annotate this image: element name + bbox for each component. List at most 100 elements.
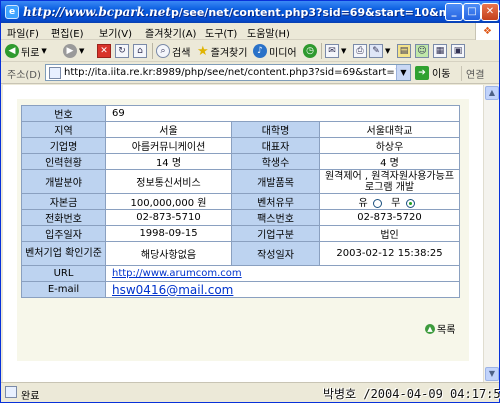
ceo-label: 대표자 [231,137,320,154]
messenger-icon: ☺ [415,44,429,58]
history-icon: ◷ [303,44,317,58]
address-input[interactable]: http://ita.iita.re.kr:8989/php/see/net/c… [45,64,411,81]
email-link[interactable]: hsw0416@mail.com [112,283,233,297]
back-button[interactable]: ◀ 뒤로 ▼ [5,43,47,59]
venture-no-radio[interactable] [405,198,415,208]
edit-button[interactable]: ✎ ▼ [369,43,390,59]
written-date-value: 2003-02-12 15:38:25 [318,241,461,266]
company-type-label: 기업구분 [231,225,320,242]
scroll-up-icon[interactable]: ▲ [485,86,499,100]
mail-button[interactable]: ✉ ▼ [325,43,346,59]
venture-no-label: 무 [391,198,401,209]
extra-tool-button[interactable]: ▣ [451,43,465,59]
browser-window: e http://www.bcpark.netp/see/net/content… [0,0,500,403]
toolbar: ◀ 뒤로 ▼ ▶ ▼ ✕ ↻ ⌂ ⌕ 검색 ★ 즐겨찾기 ♪ 미디어 ◷ ✉ ▼… [1,40,499,62]
table-row: 자본금 100,000,000 원 벤처유무 유 무 [21,193,461,210]
discuss-button[interactable]: ▤ [397,43,411,59]
venture-criteria-value: 해당사항없음 [105,241,232,266]
move-in-date-label: 입주일자 [21,225,106,242]
vertical-scrollbar[interactable]: ▲ ▼ [483,85,499,382]
star-icon: ★ [197,43,209,59]
extra-tool-icon: ▣ [451,44,465,58]
print-button[interactable]: ⎙ [353,43,367,59]
menu-bar: 파일(F) 편집(E) 보기(V) 즐겨찾기(A) 도구(T) 도움말(H) ❖ [1,23,499,40]
chevron-down-icon: ▼ [341,47,347,55]
refresh-button[interactable]: ↻ [115,43,129,59]
media-button[interactable]: ♪ 미디어 [253,43,297,59]
table-row: 지역 서울 대학명 서울대학교 [21,121,461,138]
address-dropdown-icon[interactable]: ▼ [396,65,410,80]
page-done-icon [5,386,17,398]
ie-icon: e [5,5,19,19]
product-label: 개발품목 [231,169,320,194]
table-row: 벤처기업 확인기준 해당사항없음 작성일자 2003-02-12 15:38:2… [21,241,461,266]
company-info-table: 번호 69 지역 서울 대학명 서울대학교 기업명 아름커뮤니케이션 대표자 하… [21,105,461,298]
menu-favorites[interactable]: 즐겨찾기(A) [145,25,196,40]
field-label: 개발분야 [21,169,106,194]
forward-arrow-icon: ▶ [63,44,77,58]
venture-label: 벤처유무 [231,193,320,210]
list-label: 목록 [437,325,456,336]
menu-tools[interactable]: 도구(T) [205,25,237,40]
edit-icon: ✎ [369,44,383,58]
menu-file[interactable]: 파일(F) [7,25,39,40]
staff-label: 인력현황 [21,153,106,170]
detail-panel: 번호 69 지역 서울 대학명 서울대학교 기업명 아름커뮤니케이션 대표자 하… [17,99,469,361]
list-arrow-icon: ▲ [425,323,435,334]
table-row: 개발분야 정보통신서비스 개발품목 원격제어 , 원격자원사용가능프로그램 개발 [21,169,461,194]
windows-logo-icon: ❖ [475,23,499,40]
stop-icon: ✕ [97,44,111,58]
product-value: 원격제어 , 원격자원사용가능프로그램 개발 [318,169,461,194]
back-arrow-icon: ◀ [5,44,19,58]
homepage-link[interactable]: http://www.arumcom.com [112,268,242,279]
favorites-button[interactable]: ★ 즐겨찾기 [197,43,247,59]
venture-yes-radio[interactable] [372,198,382,208]
region-label: 지역 [21,121,106,138]
go-button[interactable]: ➔ 이동 [415,65,450,80]
messenger-button[interactable]: ☺ [415,43,429,59]
close-button[interactable]: ✕ [481,3,499,21]
research-button[interactable]: ▦ [433,43,447,59]
number-value: 69 [104,105,461,122]
chevron-down-icon: ▼ [41,47,47,55]
region-value: 서울 [105,121,232,138]
home-button[interactable]: ⌂ [133,43,147,59]
menu-edit[interactable]: 편집(E) [51,25,84,40]
email-label: E-mail [21,281,106,298]
toolbar-divider [152,43,153,59]
status-bar: 완료 박병호 /2004-04-09 04:17:56 [1,382,500,402]
venture-radio-group: 유 무 [318,193,461,210]
history-button[interactable]: ◷ [303,43,317,59]
venture-criteria-label: 벤처기업 확인기준 [21,241,106,266]
menu-view[interactable]: 보기(V) [99,25,132,40]
field-value: 정보통신서비스 [105,169,232,194]
address-bar: 주소(D) http://ita.iita.re.kr:8989/php/see… [1,62,499,84]
phone-value: 02-873-5710 [105,209,232,226]
url-label: URL [21,265,106,282]
students-value: 4 명 [318,153,461,170]
maximize-button[interactable]: □ [463,3,481,21]
minimize-button[interactable]: _ [445,3,463,21]
list-button[interactable]: ▲ 목록 [425,321,455,336]
back-label: 뒤로 [21,47,40,59]
search-button[interactable]: ⌕ 검색 [156,43,190,59]
media-label: 미디어 [269,47,297,59]
address-label: 주소(D) [7,70,41,81]
mail-icon: ✉ [325,44,339,58]
stop-button[interactable]: ✕ [97,43,111,59]
menu-help[interactable]: 도움말(H) [247,25,290,40]
company-value: 아름커뮤니케이션 [105,137,232,154]
table-row: E-mail hsw0416@mail.com [21,281,461,298]
search-icon: ⌕ [156,44,170,58]
table-row: URL http://www.arumcom.com [21,265,461,282]
discuss-icon: ▤ [397,44,411,58]
page-content: 번호 69 지역 서울 대학명 서울대학교 기업명 아름커뮤니케이션 대표자 하… [3,85,483,382]
status-text: 완료 [21,391,40,402]
links-label[interactable]: 연결 [461,66,484,81]
author-timestamp: 박병호 /2004-04-09 04:17:56 [323,387,500,401]
forward-button[interactable]: ▶ ▼ [63,43,84,59]
watermark-text: http://www.bcpark.net [23,5,171,19]
table-row: 인력현황 14 명 학생수 4 명 [21,153,461,170]
toolbar-divider [321,43,322,59]
scroll-down-icon[interactable]: ▼ [485,367,499,381]
